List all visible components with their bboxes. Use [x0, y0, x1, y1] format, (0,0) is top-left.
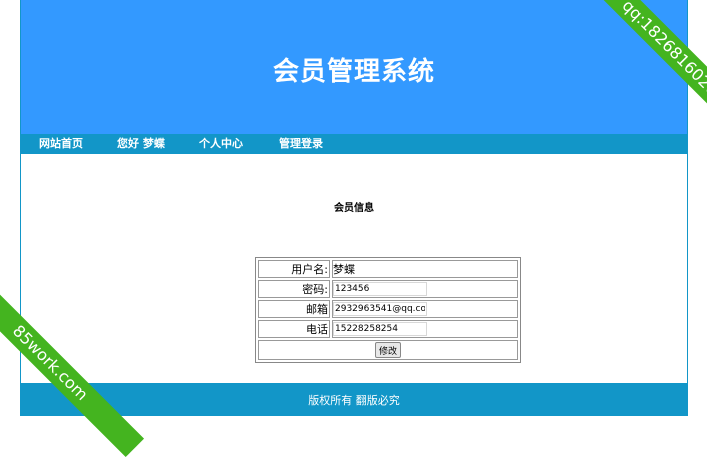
member-info-table: 用户名: 梦蝶 密码: 邮箱 电话 修改 — [255, 257, 521, 363]
password-row: 密码: — [258, 280, 518, 298]
nav-greeting-link[interactable]: 您好 梦蝶 — [117, 134, 165, 154]
copyright-text: 版权所有 翻版必究 — [308, 393, 400, 407]
submit-row: 修改 — [258, 340, 518, 360]
site-footer: 版权所有 翻版必究 — [21, 383, 687, 416]
page-frame: 会员管理系统 网站首页 您好 梦蝶 个人中心 管理登录 会员信息 用户名: 梦蝶… — [20, 0, 688, 416]
email-field[interactable] — [333, 302, 427, 316]
password-label: 密码: — [258, 280, 330, 298]
nav-admin-login-link[interactable]: 管理登录 — [279, 134, 323, 154]
site-header: 会员管理系统 — [21, 0, 687, 134]
email-row: 邮箱 — [258, 300, 518, 318]
phone-row: 电话 — [258, 320, 518, 338]
main-nav: 网站首页 您好 梦蝶 个人中心 管理登录 — [21, 134, 687, 154]
username-label: 用户名: — [258, 260, 330, 278]
password-field[interactable] — [333, 282, 427, 296]
username-value: 梦蝶 — [332, 260, 518, 278]
phone-label: 电话 — [258, 320, 330, 338]
site-title: 会员管理系统 — [272, 56, 435, 87]
edit-button[interactable]: 修改 — [374, 342, 401, 358]
phone-field[interactable] — [333, 322, 427, 336]
section-title: 会员信息 — [334, 203, 374, 214]
email-label: 邮箱 — [258, 300, 330, 318]
nav-home-link[interactable]: 网站首页 — [39, 134, 83, 154]
nav-profile-link[interactable]: 个人中心 — [199, 134, 243, 154]
username-row: 用户名: 梦蝶 — [258, 260, 518, 278]
